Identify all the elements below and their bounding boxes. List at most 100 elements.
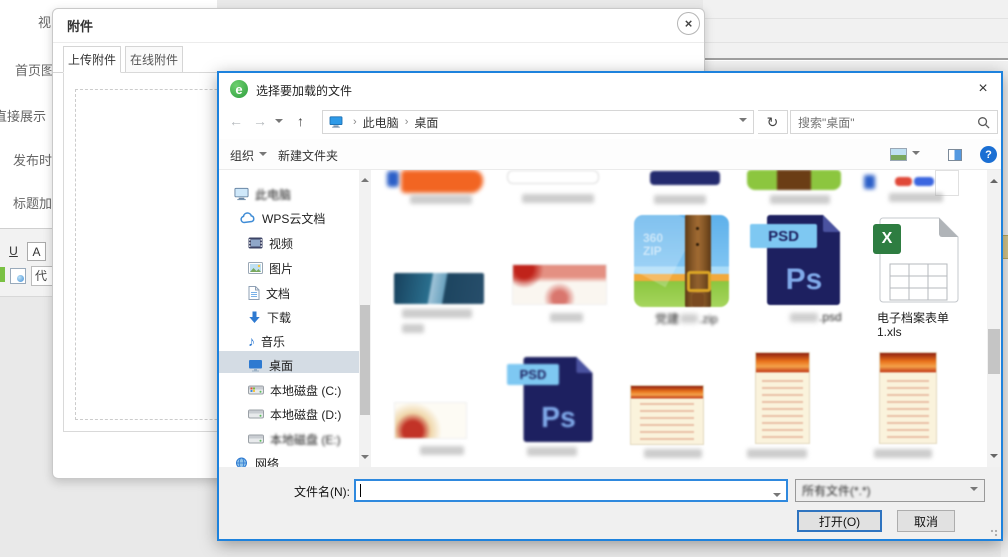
history-chevron-icon[interactable] [275, 119, 283, 127]
file-thumbnail[interactable] [512, 264, 607, 305]
help-icon: ? [980, 146, 997, 163]
sidebar-item-wps-cloud[interactable]: WPS云文档 [219, 207, 359, 229]
scroll-down-icon[interactable] [361, 455, 369, 463]
pictures-icon [248, 262, 263, 274]
close-icon[interactable]: × [677, 12, 700, 35]
refresh-icon[interactable]: ↻ [758, 110, 788, 134]
zip-name-prefix: 党建 [655, 310, 679, 327]
file-name-partially-blurred: 党建 .zip [655, 310, 718, 327]
new-folder-label: 新建文件夹 [278, 147, 338, 164]
search-icon[interactable] [977, 116, 990, 129]
organize-label: 组织 [230, 147, 254, 164]
excel-file-thumbnail[interactable]: X [873, 217, 961, 305]
text-caret [360, 484, 361, 497]
file-name-blurred [402, 309, 472, 318]
sidebar-item-disk-d[interactable]: 本地磁盘 (D:) [219, 403, 359, 425]
file-thumbnail[interactable] [394, 402, 467, 439]
sidebar-scrollbar[interactable] [359, 170, 371, 467]
psd-name-suffix: .psd [819, 310, 842, 324]
breadcrumb-separator: › [353, 116, 357, 128]
tab-online-attachment[interactable]: 在线附件 [125, 46, 183, 73]
font-color-button[interactable]: A [27, 242, 46, 261]
filename-label: 文件名(N): [265, 483, 350, 500]
insert-page-icon[interactable] [10, 268, 26, 284]
breadcrumb-desktop[interactable]: 桌面 [414, 114, 438, 131]
file-thumbnail[interactable] [914, 177, 934, 186]
organize-button[interactable]: 组织 [230, 147, 267, 164]
filetype-select[interactable]: 所有文件(*.*) [795, 479, 985, 502]
sidebar-label: 视频 [269, 235, 293, 252]
sidebar-label: 本地磁盘 (D:) [270, 406, 341, 423]
sidebar-item-network[interactable]: 网络 [219, 452, 359, 467]
breadcrumb[interactable]: › 此电脑 › 桌面 [322, 110, 754, 134]
cancel-button[interactable]: 取消 [897, 510, 955, 532]
file-thumbnail[interactable] [864, 175, 875, 189]
file-dialog-titlebar[interactable]: e 选择要加载的文件 × [219, 73, 1001, 105]
psd-file-thumbnail[interactable]: Ps PSD [507, 355, 597, 443]
resize-grip[interactable] [990, 529, 998, 537]
file-thumbnail[interactable] [747, 170, 841, 190]
scroll-down-icon[interactable] [990, 454, 998, 462]
webpage-thumbnail[interactable] [630, 385, 704, 445]
sidebar-item-downloads[interactable]: 下载 [219, 306, 359, 328]
divider [703, 58, 1008, 61]
music-icon: ♪ [248, 335, 255, 347]
computer-icon [234, 187, 249, 201]
file-thumbnail[interactable] [650, 171, 720, 185]
sidebar-item-disk-c[interactable]: 本地磁盘 (C:) [219, 379, 359, 401]
sidebar-item-desktop[interactable]: 桌面 [219, 354, 359, 376]
filename-dropdown-icon[interactable] [773, 488, 781, 506]
file-name-blurred [550, 313, 583, 322]
sidebar-item-this-pc[interactable]: 此电脑 [219, 183, 359, 205]
page-background-right [703, 0, 1008, 71]
sidebar-item-videos[interactable]: 视频 [219, 232, 359, 254]
disk-icon [248, 384, 264, 396]
scroll-up-icon[interactable] [361, 174, 369, 182]
sidebar-item-documents[interactable]: 文档 [219, 282, 359, 304]
psd-file-thumbnail[interactable]: Ps PSD [750, 215, 842, 307]
scroll-up-icon[interactable] [990, 175, 998, 183]
divider [703, 42, 1008, 43]
help-button[interactable]: ? [980, 146, 997, 163]
scrollbar-thumb[interactable] [988, 329, 1000, 374]
sidebar-item-pictures[interactable]: 图片 [219, 257, 359, 279]
breadcrumb-this-pc[interactable]: 此电脑 [363, 114, 399, 131]
file-dialog-footer: 文件名(N): 所有文件(*.*) 打开(O) 取消 [219, 467, 1001, 539]
zip-file-thumbnail[interactable]: 360ZIP [634, 215, 729, 307]
address-bar: ← → ↑ › 此电脑 › 桌面 ↻ 搜索"桌面" [219, 105, 1001, 139]
address-dropdown-icon[interactable] [739, 115, 747, 129]
navigation-pane: 此电脑 WPS云文档 视频 图片 文档 下载 [219, 170, 359, 467]
sidebar-item-music[interactable]: ♪ 音乐 [219, 330, 359, 352]
filename-input[interactable] [354, 479, 788, 502]
file-thumbnail[interactable] [387, 171, 399, 187]
up-icon[interactable]: ↑ [297, 113, 304, 129]
close-icon[interactable]: × [969, 78, 997, 100]
cloud-icon [240, 212, 256, 224]
new-folder-button[interactable]: 新建文件夹 [278, 147, 338, 164]
forward-icon[interactable]: → [253, 113, 267, 129]
file-list-scrollbar[interactable] [987, 170, 1001, 467]
file-name-blurred [644, 449, 702, 458]
back-icon[interactable]: ← [229, 113, 243, 129]
webpage-thumbnail[interactable] [879, 352, 937, 444]
sidebar-item-disk-e[interactable]: 本地磁盘 (E:) [219, 428, 359, 450]
editor-icon-fragment [0, 267, 5, 282]
file-thumbnail[interactable] [895, 177, 912, 186]
file-thumbnail[interactable] [394, 273, 484, 304]
tab-upload-attachment[interactable]: 上传附件 [63, 46, 121, 73]
file-thumbnail[interactable] [507, 170, 599, 184]
view-thumbnails-button[interactable] [890, 148, 920, 161]
webpage-thumbnail[interactable] [755, 352, 810, 444]
psd-banner: PSD [750, 224, 817, 248]
underline-button[interactable]: U [5, 242, 22, 259]
open-button[interactable]: 打开(O) [797, 510, 882, 532]
divider [53, 42, 704, 43]
sidebar-label: WPS云文档 [262, 210, 325, 227]
preview-pane-button[interactable] [948, 149, 962, 161]
form-label-homepage-image: 首页图 [15, 60, 54, 79]
file-thumbnail[interactable] [401, 170, 483, 193]
scrollbar-thumb[interactable] [360, 305, 370, 415]
search-input[interactable]: 搜索"桌面" [790, 110, 998, 134]
filetype-dropdown-icon [970, 484, 978, 498]
file-name-blurred [527, 447, 577, 456]
